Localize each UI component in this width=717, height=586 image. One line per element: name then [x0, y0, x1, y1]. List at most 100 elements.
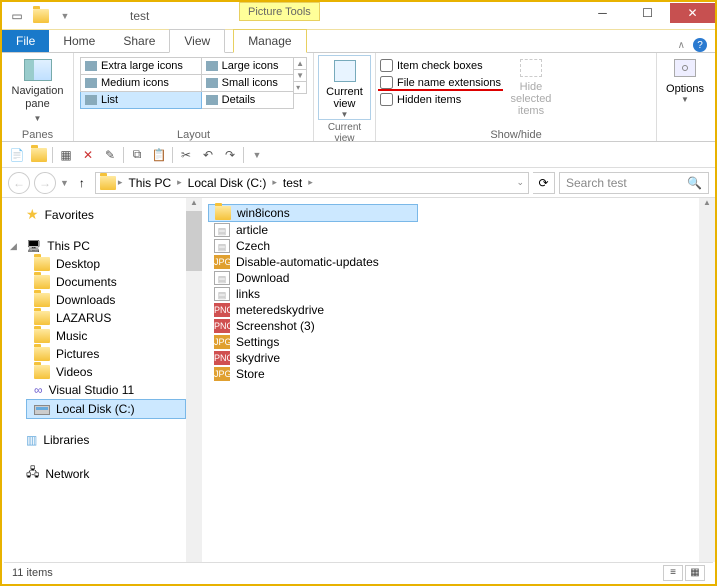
file-list[interactable]: win8icons▤article▤CzechJPGDisable-automa…: [202, 198, 715, 562]
file-item[interactable]: win8icons: [208, 204, 418, 222]
copy-icon[interactable]: ⧉: [128, 146, 146, 164]
crumb-test[interactable]: test: [279, 176, 306, 190]
forward-button[interactable]: →: [34, 172, 56, 194]
file-item[interactable]: PNGScreenshot (3): [208, 318, 418, 334]
tree-localdisk-c[interactable]: Local Disk (C:): [26, 399, 186, 419]
highlight-line: [378, 89, 503, 91]
status-bar: 11 items ≡ ▦: [4, 562, 713, 582]
ribbon-tabs: File Home Share View Manage ∧ ?: [2, 30, 715, 52]
options-button[interactable]: Options ▼: [661, 55, 709, 104]
qat-properties-icon[interactable]: ▭: [8, 7, 26, 25]
collapse-ribbon-icon[interactable]: ∧: [678, 40, 685, 51]
new-folder-icon[interactable]: [30, 146, 48, 164]
tree-vs11[interactable]: ∞Visual Studio 11: [2, 381, 202, 399]
tree-desktop[interactable]: Desktop: [2, 255, 202, 273]
tree-thispc[interactable]: ◢🖥This PC: [2, 237, 202, 255]
tree-scrollbar[interactable]: ▲: [186, 198, 202, 562]
tree-libraries[interactable]: ▥Libraries: [2, 431, 202, 449]
navigation-pane-icon: [24, 59, 52, 81]
file-item[interactable]: ▤Download: [208, 270, 418, 286]
tree-favorites[interactable]: ★Favorites: [2, 204, 202, 225]
layout-scroll-up[interactable]: ▲: [294, 58, 306, 70]
tab-file[interactable]: File: [2, 30, 49, 52]
tab-share[interactable]: Share: [109, 30, 169, 52]
tree-music[interactable]: Music: [2, 327, 202, 345]
network-icon: 🖧: [26, 463, 39, 484]
refresh-button[interactable]: ⟳: [533, 172, 555, 194]
crumb-thispc[interactable]: This PC: [124, 176, 175, 190]
file-item[interactable]: JPGStore: [208, 366, 418, 382]
redo-icon[interactable]: ↷: [221, 146, 239, 164]
options-icon: [674, 59, 696, 77]
help-icon[interactable]: ?: [693, 38, 707, 52]
file-item[interactable]: PNGskydrive: [208, 350, 418, 366]
address-bar[interactable]: ▸ This PC ▸ Local Disk (C:) ▸ test ▸ ⌄: [95, 172, 529, 194]
address-dropdown[interactable]: ⌄: [516, 177, 524, 188]
group-label-curview: Current view: [318, 120, 371, 144]
back-button[interactable]: ←: [8, 172, 30, 194]
nav-tree[interactable]: ★Favorites ◢🖥This PC Desktop Documents D…: [2, 198, 202, 562]
file-item[interactable]: JPGDisable-automatic-updates: [208, 254, 418, 270]
tree-network[interactable]: 🖧Network: [2, 461, 202, 486]
check-item-checkboxes[interactable]: Item check boxes: [380, 59, 501, 72]
file-item[interactable]: PNGmeteredskydrive: [208, 302, 418, 318]
layout-list[interactable]: List: [81, 92, 202, 109]
search-icon: 🔍: [687, 176, 702, 190]
more-icon[interactable]: ▼: [248, 146, 266, 164]
crumb-c[interactable]: Local Disk (C:): [184, 176, 271, 190]
view-icons-button[interactable]: ▦: [685, 565, 705, 581]
search-box[interactable]: Search test 🔍: [559, 172, 709, 194]
new-doc-icon[interactable]: 📄: [8, 146, 26, 164]
disk-icon: [34, 405, 50, 415]
filelist-scrollbar[interactable]: ▲: [699, 198, 715, 562]
tree-videos[interactable]: Videos: [2, 363, 202, 381]
tree-pictures[interactable]: Pictures: [2, 345, 202, 363]
ribbon: Navigation pane ▼ Panes Extra large icon…: [2, 52, 715, 142]
undo-icon[interactable]: ↶: [199, 146, 217, 164]
tree-downloads[interactable]: Downloads: [2, 291, 202, 309]
close-button[interactable]: ✕: [670, 3, 715, 23]
tab-view[interactable]: View: [169, 29, 225, 53]
main-area: ★Favorites ◢🖥This PC Desktop Documents D…: [2, 198, 715, 562]
tab-manage[interactable]: Manage: [233, 29, 306, 53]
view-details-button[interactable]: ≡: [663, 565, 683, 581]
tree-lazarus[interactable]: LAZARUS: [2, 309, 202, 327]
qat-newfolder-icon[interactable]: [32, 7, 50, 25]
check-hidden-items[interactable]: Hidden items: [380, 93, 501, 106]
address-row: ← → ▼ ↑ ▸ This PC ▸ Local Disk (C:) ▸ te…: [2, 168, 715, 198]
libraries-icon: ▥: [26, 433, 37, 447]
check-file-extensions[interactable]: File name extensions: [380, 76, 501, 89]
favorites-icon: ★: [26, 206, 39, 223]
delete-icon[interactable]: ✕: [79, 146, 97, 164]
group-label-layout: Layout: [78, 127, 309, 141]
group-label-showhide: Show/hide: [380, 127, 652, 141]
minimize-button[interactable]: ─: [580, 3, 625, 23]
file-item[interactable]: ▤links: [208, 286, 418, 302]
file-item[interactable]: JPGSettings: [208, 334, 418, 350]
rename-icon[interactable]: ✎: [101, 146, 119, 164]
current-view-button[interactable]: Current view ▼: [318, 55, 371, 120]
up-button[interactable]: ↑: [73, 174, 91, 192]
tree-documents[interactable]: Documents: [2, 273, 202, 291]
layout-gallery[interactable]: Extra large icons Large icons Medium ico…: [80, 57, 294, 109]
maximize-button[interactable]: ☐: [625, 3, 670, 23]
window-title: test: [130, 9, 149, 23]
layout-more[interactable]: ▾: [294, 82, 306, 93]
hide-selected-button: Hide selected items: [507, 59, 555, 117]
file-item[interactable]: ▤Czech: [208, 238, 418, 254]
layout-scroll-down[interactable]: ▼: [294, 70, 306, 82]
navigation-pane-button[interactable]: Navigation pane ▼: [6, 55, 69, 127]
tab-home[interactable]: Home: [49, 30, 109, 52]
file-item[interactable]: ▤article: [208, 222, 418, 238]
qat: ▭ ▼: [2, 7, 74, 25]
toolbar: 📄 ▦ ✕ ✎ ⧉ 📋 ✂ ↶ ↷ ▼: [2, 142, 715, 168]
context-tab-picture-tools[interactable]: Picture Tools: [239, 2, 320, 21]
pc-icon: 🖥: [26, 239, 41, 253]
qat-dropdown-icon[interactable]: ▼: [56, 7, 74, 25]
paste-icon[interactable]: 📋: [150, 146, 168, 164]
cut-icon[interactable]: ✂: [177, 146, 195, 164]
history-dropdown[interactable]: ▼: [60, 178, 69, 188]
status-text: 11 items: [12, 567, 53, 579]
props-icon[interactable]: ▦: [57, 146, 75, 164]
current-view-icon: [334, 60, 356, 82]
